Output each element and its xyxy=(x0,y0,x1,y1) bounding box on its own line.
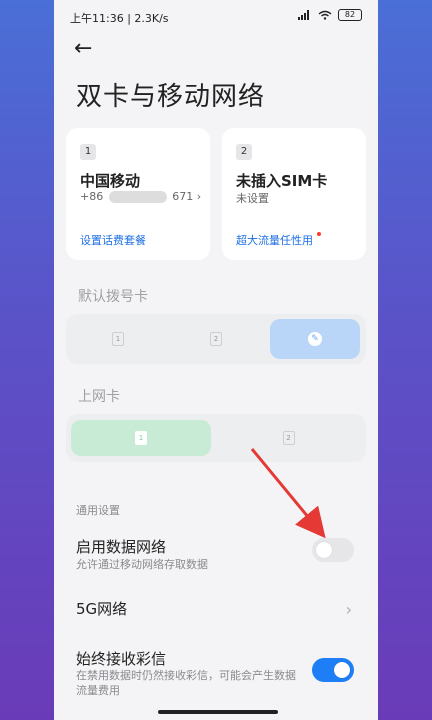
sim-card-1[interactable]: 1 中国移动 +86 671 › 设置话费套餐 xyxy=(66,128,210,260)
sim-card-2[interactable]: 2 未插入SIM卡 未设置 超大流量任性用 xyxy=(222,128,366,260)
promo-link-label: 超大流量任性用 xyxy=(236,234,313,247)
data-option-1[interactable]: 1 xyxy=(71,420,211,456)
data-option-2[interactable]: 2 xyxy=(216,420,361,456)
sim-2-icon: 2 xyxy=(282,431,295,445)
dial-option-1[interactable]: 1 xyxy=(72,319,164,359)
sim-slot-badge: 1 xyxy=(80,144,96,160)
sim-slot-badge: 2 xyxy=(236,144,252,160)
promo-link[interactable]: 超大流量任性用 xyxy=(236,232,321,248)
default-dial-label: 默认拨号卡 xyxy=(78,289,148,305)
status-time: 上午11:36 | 2.3K/s xyxy=(70,12,169,25)
sim-1-icon: 1 xyxy=(112,332,124,346)
sim-carrier: 未插入SIM卡 xyxy=(236,172,328,190)
general-section-label: 通用设置 xyxy=(76,504,120,517)
sim-number-suffix: 671 xyxy=(172,190,194,203)
sim-number-prefix: +86 xyxy=(80,190,104,203)
chevron-right-icon[interactable]: › xyxy=(346,600,352,619)
red-dot-icon xyxy=(317,232,321,236)
data-card-label: 上网卡 xyxy=(78,389,120,405)
enable-data-title[interactable]: 启用数据网络 xyxy=(76,536,166,557)
always-mms-title[interactable]: 始终接收彩信 xyxy=(76,648,166,669)
default-dial-selector: 1 2 ✎ xyxy=(66,314,366,364)
enable-data-toggle[interactable] xyxy=(312,538,354,562)
wifi-icon xyxy=(318,10,332,20)
status-bar: 上午11:36 | 2.3K/s 82 xyxy=(54,0,378,34)
toggle-knob xyxy=(334,662,350,678)
phone-screen: 上午11:36 | 2.3K/s 82 ← 双卡与移动网络 1 中国移动 +86… xyxy=(54,0,378,720)
home-indicator[interactable] xyxy=(158,710,278,714)
toggle-knob xyxy=(316,542,332,558)
sim-1-icon: 1 xyxy=(135,431,147,445)
sim-number: +86 671 › xyxy=(80,190,201,203)
dial-option-edit[interactable]: ✎ xyxy=(270,319,360,359)
always-mms-subtitle: 在禁用数据时仍然接收彩信，可能会产生数据流量费用 xyxy=(76,669,296,697)
status-icons: 82 xyxy=(298,9,362,21)
sim-2-icon: 2 xyxy=(210,332,222,346)
battery-icon: 82 xyxy=(338,9,362,21)
sim-status: 未设置 xyxy=(236,192,269,205)
set-plan-link[interactable]: 设置话费套餐 xyxy=(80,232,146,248)
dial-option-2[interactable]: 2 xyxy=(170,319,262,359)
chevron-right-icon: › xyxy=(196,190,202,203)
signal-icon xyxy=(298,10,312,20)
masked-number xyxy=(108,191,167,203)
pencil-icon: ✎ xyxy=(308,332,322,346)
page-title: 双卡与移动网络 xyxy=(76,82,266,112)
enable-data-subtitle: 允许通过移动网络存取数据 xyxy=(76,558,208,571)
always-mms-toggle[interactable] xyxy=(312,658,354,682)
5g-network-title[interactable]: 5G网络 xyxy=(76,598,127,619)
back-arrow-icon[interactable]: ← xyxy=(74,36,92,61)
data-card-selector: 1 2 xyxy=(66,414,366,462)
sim-carrier: 中国移动 xyxy=(80,172,141,190)
